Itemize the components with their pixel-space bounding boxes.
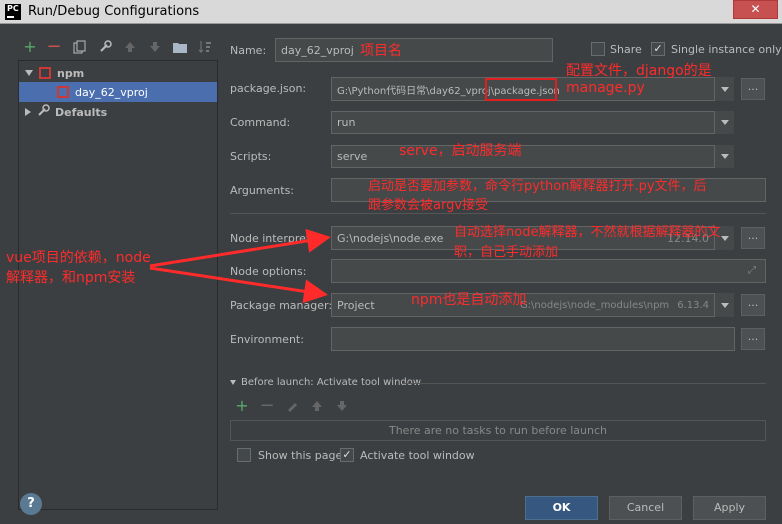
annotation-vue-line1: vue项目的依赖，node <box>6 250 151 266</box>
tree-item-npm[interactable]: npm <box>19 63 217 83</box>
tree-item-label: day_62_vproj <box>75 85 148 99</box>
collapse-icon[interactable] <box>230 380 236 385</box>
command-label: Command: <box>230 116 291 129</box>
name-input[interactable]: day_62_vproj <box>275 38 553 62</box>
node-options-label: Node options: <box>230 265 307 278</box>
single-instance-label: Single instance only <box>671 43 782 56</box>
annotation-highlight-box <box>485 78 557 101</box>
move-up-icon[interactable] <box>121 38 139 56</box>
annotation-interp-line1: 自动选择node解释器，不然就根据解释器的文 <box>454 225 721 240</box>
node-interpreter-path: G:\nodejs\node.exe <box>337 231 444 245</box>
ok-button[interactable]: OK <box>525 496 598 520</box>
package-json-label: package.json: <box>230 82 307 95</box>
npm-version: 6.13.4 <box>677 299 709 311</box>
annotation-npm-auto: npm也是自动添加 <box>411 292 527 308</box>
before-launch-title: Before launch: Activate tool window <box>241 377 422 388</box>
collapse-icon[interactable] <box>25 108 31 116</box>
annotation-config-line1: 配置文件，django的是 <box>566 63 712 79</box>
tree-item-label: npm <box>57 66 85 80</box>
scripts-label: Scripts: <box>230 150 272 163</box>
environment-input[interactable] <box>331 327 735 351</box>
help-button[interactable]: ? <box>20 493 42 515</box>
separator <box>402 383 766 384</box>
package-json-dropdown-icon[interactable] <box>714 77 734 101</box>
package-manager-dropdown-icon[interactable] <box>714 293 734 317</box>
arguments-label: Arguments: <box>230 184 295 197</box>
tree-item-label: Defaults <box>55 105 108 119</box>
package-json-browse-button[interactable]: ... <box>741 78 765 100</box>
expand-field-icon[interactable]: ⤢ <box>748 265 756 276</box>
wrench-icon[interactable] <box>96 38 114 56</box>
package-manager-label: Package manager: <box>230 299 333 312</box>
add-task-icon[interactable]: + <box>233 397 251 415</box>
cancel-button[interactable]: Cancel <box>609 496 682 520</box>
window-title: Run/Debug Configurations <box>28 4 200 19</box>
apply-button[interactable]: Apply <box>693 496 766 520</box>
package-manager-value: Project <box>337 298 375 312</box>
remove-icon[interactable]: − <box>45 38 63 56</box>
close-button[interactable]: ✕ <box>733 0 778 19</box>
folder-icon[interactable] <box>171 38 189 56</box>
environment-label: Environment: <box>230 333 304 346</box>
node-interpreter-label: Node interpreter: <box>230 232 325 245</box>
tree-item-day-62-vproj[interactable]: day_62_vproj <box>19 82 217 102</box>
move-down-icon[interactable] <box>146 38 164 56</box>
annotation-config-line2: manage.py <box>566 80 645 96</box>
wrench-icon <box>37 104 50 120</box>
environment-browse-button[interactable]: ... <box>741 328 765 350</box>
title-bar: PC Run/Debug Configurations ✕ <box>0 0 782 24</box>
show-page-label: Show this page <box>258 449 343 462</box>
pycharm-logo-icon: PC <box>5 4 21 20</box>
share-checkbox[interactable] <box>591 42 605 56</box>
annotation-args-line2: 跟参数会被argv接受 <box>368 198 489 213</box>
activate-tool-window-checkbox[interactable]: ✓ <box>340 448 354 462</box>
package-manager-browse-button[interactable]: ... <box>741 294 765 316</box>
annotation-args-line1: 启动是否要加参数，命令行python解释器打开.py文件，后 <box>368 179 707 194</box>
share-label: Share <box>610 43 642 56</box>
npm-icon <box>57 86 69 98</box>
expand-icon[interactable] <box>25 70 33 76</box>
show-page-checkbox[interactable] <box>237 448 251 462</box>
annotation-interp-line2: 职，自己手动添加 <box>454 245 559 260</box>
node-options-input[interactable] <box>331 259 766 283</box>
command-dropdown-icon[interactable] <box>714 111 734 134</box>
annotation-project-name: 项目名 <box>360 43 402 59</box>
copy-icon[interactable] <box>71 38 89 56</box>
before-launch-task-list[interactable]: There are no tasks to run before launch <box>230 420 766 441</box>
scripts-dropdown-icon[interactable] <box>714 145 734 168</box>
edit-task-icon[interactable] <box>283 397 301 415</box>
npm-icon <box>39 67 51 79</box>
single-instance-checkbox[interactable]: ✓ <box>651 42 665 56</box>
before-launch-header[interactable]: Before launch: Activate tool window <box>230 377 421 388</box>
sort-icon[interactable] <box>196 38 214 56</box>
package-manager-path: G:\nodejs\node_modules\npm <box>519 299 670 311</box>
activate-tool-window-label: Activate tool window <box>360 449 475 462</box>
remove-task-icon[interactable]: − <box>258 397 276 415</box>
node-interpreter-browse-button[interactable]: ... <box>741 227 765 249</box>
add-icon[interactable]: + <box>21 38 39 56</box>
move-down-icon[interactable] <box>333 397 351 415</box>
name-label: Name: <box>230 44 267 57</box>
move-up-icon[interactable] <box>308 397 326 415</box>
tree-item-defaults[interactable]: Defaults <box>19 102 217 122</box>
annotation-vue-line2: 解释器，和npm安装 <box>6 270 136 286</box>
scripts-select[interactable]: serve <box>331 145 715 168</box>
separator <box>230 213 766 214</box>
annotation-serve: serve，启动服务端 <box>399 143 522 159</box>
command-select[interactable]: run <box>331 111 715 134</box>
